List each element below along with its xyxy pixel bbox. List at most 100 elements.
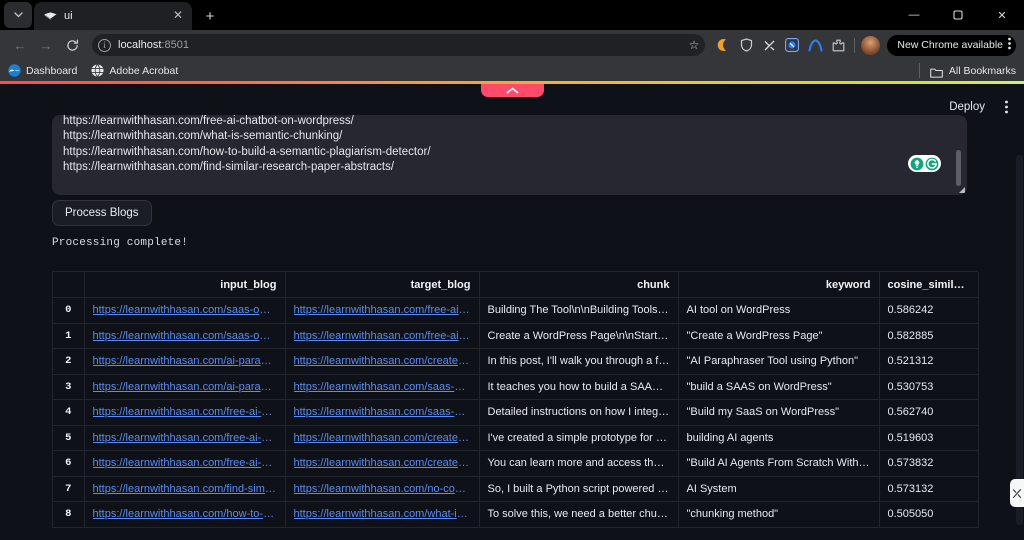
avatar[interactable] <box>861 35 881 55</box>
resize-grip-icon[interactable] <box>959 187 965 193</box>
cell-cosine-similarity: 0.573832 <box>879 450 979 477</box>
cell-input-blog[interactable]: https://learnwithhasan.com/ai-paraph… <box>84 348 286 375</box>
cell-input-blog[interactable]: https://learnwithhasan.com/ai-paraph… <box>84 374 286 400</box>
bookmark-adobe-acrobat[interactable]: Adobe Acrobat <box>91 64 178 77</box>
all-bookmarks-entry[interactable]: All Bookmarks <box>915 60 1016 81</box>
column-header-index[interactable] <box>53 272 85 298</box>
star-icon[interactable]: ☆ <box>689 38 700 52</box>
column-header-input-blog[interactable]: input_blog <box>84 272 286 298</box>
cell-target-blog-link[interactable]: https://learnwithhasan.com/create-ai-… <box>294 457 471 469</box>
blog-urls-textarea[interactable]: https://learnwithhasan.com/create-ai-age… <box>52 115 967 195</box>
app-vertical-scrollbar[interactable] <box>1016 155 1023 525</box>
cell-input-blog-link[interactable]: https://learnwithhasan.com/find-simil… <box>93 483 277 495</box>
grammarly-widget[interactable] <box>908 155 941 172</box>
site-info-icon[interactable]: i <box>98 38 111 52</box>
app-main-block: https://learnwithhasan.com/create-ai-age… <box>52 115 967 195</box>
cell-chunk: It teaches you how to build a SAAS on … <box>479 374 679 400</box>
url-text: localhost:8501 <box>118 39 189 51</box>
table-row[interactable]: 4 https://learnwithhasan.com/free-ai-ch… h… <box>53 399 979 426</box>
reload-icon[interactable] <box>60 33 84 57</box>
grammarly-edge-icon[interactable] <box>1010 479 1024 507</box>
extensions-puzzle-icon[interactable] <box>828 35 848 55</box>
cell-input-blog[interactable]: https://learnwithhasan.com/free-ai-ch… <box>84 425 286 451</box>
cell-input-blog[interactable]: https://learnwithhasan.com/find-simil… <box>84 476 286 502</box>
cell-input-blog[interactable]: https://learnwithhasan.com/saas-on-… <box>84 297 286 324</box>
extension-blue-square-icon[interactable] <box>782 35 802 55</box>
maximize-button[interactable] <box>936 0 980 30</box>
grammarly-assistant-icon[interactable] <box>910 157 924 171</box>
cell-target-blog[interactable]: https://learnwithhasan.com/create-ai-… <box>285 425 480 451</box>
cell-target-blog-link[interactable]: https://learnwithhasan.com/free-ai-ch… <box>294 304 471 316</box>
cell-input-blog[interactable]: https://learnwithhasan.com/saas-on-… <box>84 323 286 349</box>
cell-target-blog[interactable]: https://learnwithhasan.com/create-ai-… <box>285 348 480 375</box>
cell-keyword: "Build my SaaS on WordPress" <box>678 399 880 426</box>
close-button[interactable]: ✕ <box>980 0 1024 30</box>
forward-arrow-icon[interactable]: → <box>34 33 58 57</box>
cell-target-blog-link[interactable]: https://learnwithhasan.com/free-ai-ch… <box>294 330 471 342</box>
cell-target-blog-link[interactable]: https://learnwithhasan.com/create-ai-… <box>294 432 471 444</box>
url-line: https://learnwithhasan.com/how-to-build-… <box>63 145 431 158</box>
cell-target-blog[interactable]: https://learnwithhasan.com/saas-on-… <box>285 399 480 426</box>
close-icon[interactable]: ✕ <box>170 8 186 24</box>
all-bookmarks-label: All Bookmarks <box>948 64 1016 77</box>
textarea-scrollbar[interactable] <box>956 150 961 186</box>
app-status-handle[interactable] <box>481 84 544 97</box>
column-header-cosine-similarity[interactable]: cosine_similarity <box>879 272 979 298</box>
extension-arc-icon[interactable] <box>805 35 825 55</box>
table-row[interactable]: 6 https://learnwithhasan.com/free-ai-ch… h… <box>53 450 979 477</box>
kebab-menu-icon[interactable] <box>1008 37 1011 53</box>
cell-target-blog[interactable]: https://learnwithhasan.com/saas-on-… <box>285 374 480 400</box>
minimize-button[interactable]: — <box>892 0 936 30</box>
table-row[interactable]: 3 https://learnwithhasan.com/ai-paraph… ht… <box>53 374 979 400</box>
back-arrow-icon[interactable]: ← <box>8 33 32 57</box>
column-header-target-blog[interactable]: target_blog <box>285 272 480 298</box>
deploy-button[interactable]: Deploy <box>942 98 992 116</box>
results-dataframe[interactable]: input_blog target_blog chunk keyword cos… <box>52 271 979 528</box>
cell-chunk: Building The Tool\n\nBuilding Tools o… <box>479 297 679 324</box>
table-row[interactable]: 7 https://learnwithhasan.com/find-simil… h… <box>53 476 979 502</box>
address-bar[interactable]: i localhost:8501 ☆ <box>92 34 706 56</box>
extension-shield-icon[interactable] <box>736 35 756 55</box>
cell-input-blog-link[interactable]: https://learnwithhasan.com/free-ai-ch… <box>93 432 277 444</box>
cell-target-blog[interactable]: https://learnwithhasan.com/create-ai-… <box>285 450 480 477</box>
cell-input-blog-link[interactable]: https://learnwithhasan.com/saas-on-… <box>93 330 277 342</box>
cell-target-blog-link[interactable]: https://learnwithhasan.com/what-is-s… <box>294 508 471 520</box>
tab-search-button[interactable] <box>4 2 32 28</box>
cell-input-blog-link[interactable]: https://learnwithhasan.com/saas-on-… <box>93 304 277 316</box>
cell-target-blog[interactable]: https://learnwithhasan.com/no-code-… <box>285 476 480 502</box>
cell-target-blog-link[interactable]: https://learnwithhasan.com/create-ai-… <box>294 355 471 367</box>
cell-target-blog[interactable]: https://learnwithhasan.com/what-is-s… <box>285 501 480 528</box>
new-tab-button[interactable]: + <box>197 3 223 29</box>
cell-input-blog-link[interactable]: https://learnwithhasan.com/how-to-b… <box>93 508 277 520</box>
column-header-keyword[interactable]: keyword <box>678 272 880 298</box>
cell-target-blog[interactable]: https://learnwithhasan.com/free-ai-ch… <box>285 297 480 324</box>
cell-input-blog-link[interactable]: https://learnwithhasan.com/ai-paraph… <box>93 381 277 393</box>
grammarly-logo-icon[interactable] <box>925 157 939 171</box>
cell-input-blog-link[interactable]: https://learnwithhasan.com/ai-paraph… <box>93 355 277 367</box>
extension-grammarly-icon[interactable] <box>759 35 779 55</box>
cell-cosine-similarity: 0.530753 <box>879 374 979 400</box>
browser-tab[interactable]: ui ✕ <box>34 2 192 30</box>
cell-input-blog-link[interactable]: https://learnwithhasan.com/free-ai-ch… <box>93 406 277 418</box>
cell-target-blog-link[interactable]: https://learnwithhasan.com/saas-on-… <box>294 381 471 393</box>
table-row[interactable]: 1 https://learnwithhasan.com/saas-on-… htt… <box>53 323 979 349</box>
chrome-update-pill[interactable]: New Chrome available <box>887 34 1016 56</box>
app-menu-kebab-icon[interactable] <box>996 97 1016 117</box>
cell-target-blog-link[interactable]: https://learnwithhasan.com/saas-on-… <box>294 406 471 418</box>
table-row[interactable]: 5 https://learnwithhasan.com/free-ai-ch… h… <box>53 425 979 451</box>
table-body: 0 https://learnwithhasan.com/saas-on-… htt… <box>53 297 979 528</box>
cell-input-blog[interactable]: https://learnwithhasan.com/free-ai-ch… <box>84 450 286 477</box>
process-blogs-button[interactable]: Process Blogs <box>52 200 152 226</box>
cell-input-blog[interactable]: https://learnwithhasan.com/how-to-b… <box>84 501 286 528</box>
table-row[interactable]: 2 https://learnwithhasan.com/ai-paraph… ht… <box>53 348 979 375</box>
cell-target-blog[interactable]: https://learnwithhasan.com/free-ai-ch… <box>285 323 480 349</box>
bookmark-dashboard[interactable]: Dashboard <box>8 64 77 77</box>
cell-input-blog-link[interactable]: https://learnwithhasan.com/free-ai-ch… <box>93 457 277 469</box>
cell-target-blog-link[interactable]: https://learnwithhasan.com/no-code-… <box>294 483 471 495</box>
table-row[interactable]: 0 https://learnwithhasan.com/saas-on-… htt… <box>53 297 979 324</box>
tab-strip: ui ✕ + — ✕ <box>0 0 1024 30</box>
table-row[interactable]: 8 https://learnwithhasan.com/how-to-b… htt… <box>53 501 979 528</box>
extension-crescent-icon[interactable] <box>713 35 733 55</box>
column-header-chunk[interactable]: chunk <box>479 272 679 298</box>
cell-input-blog[interactable]: https://learnwithhasan.com/free-ai-ch… <box>84 399 286 426</box>
